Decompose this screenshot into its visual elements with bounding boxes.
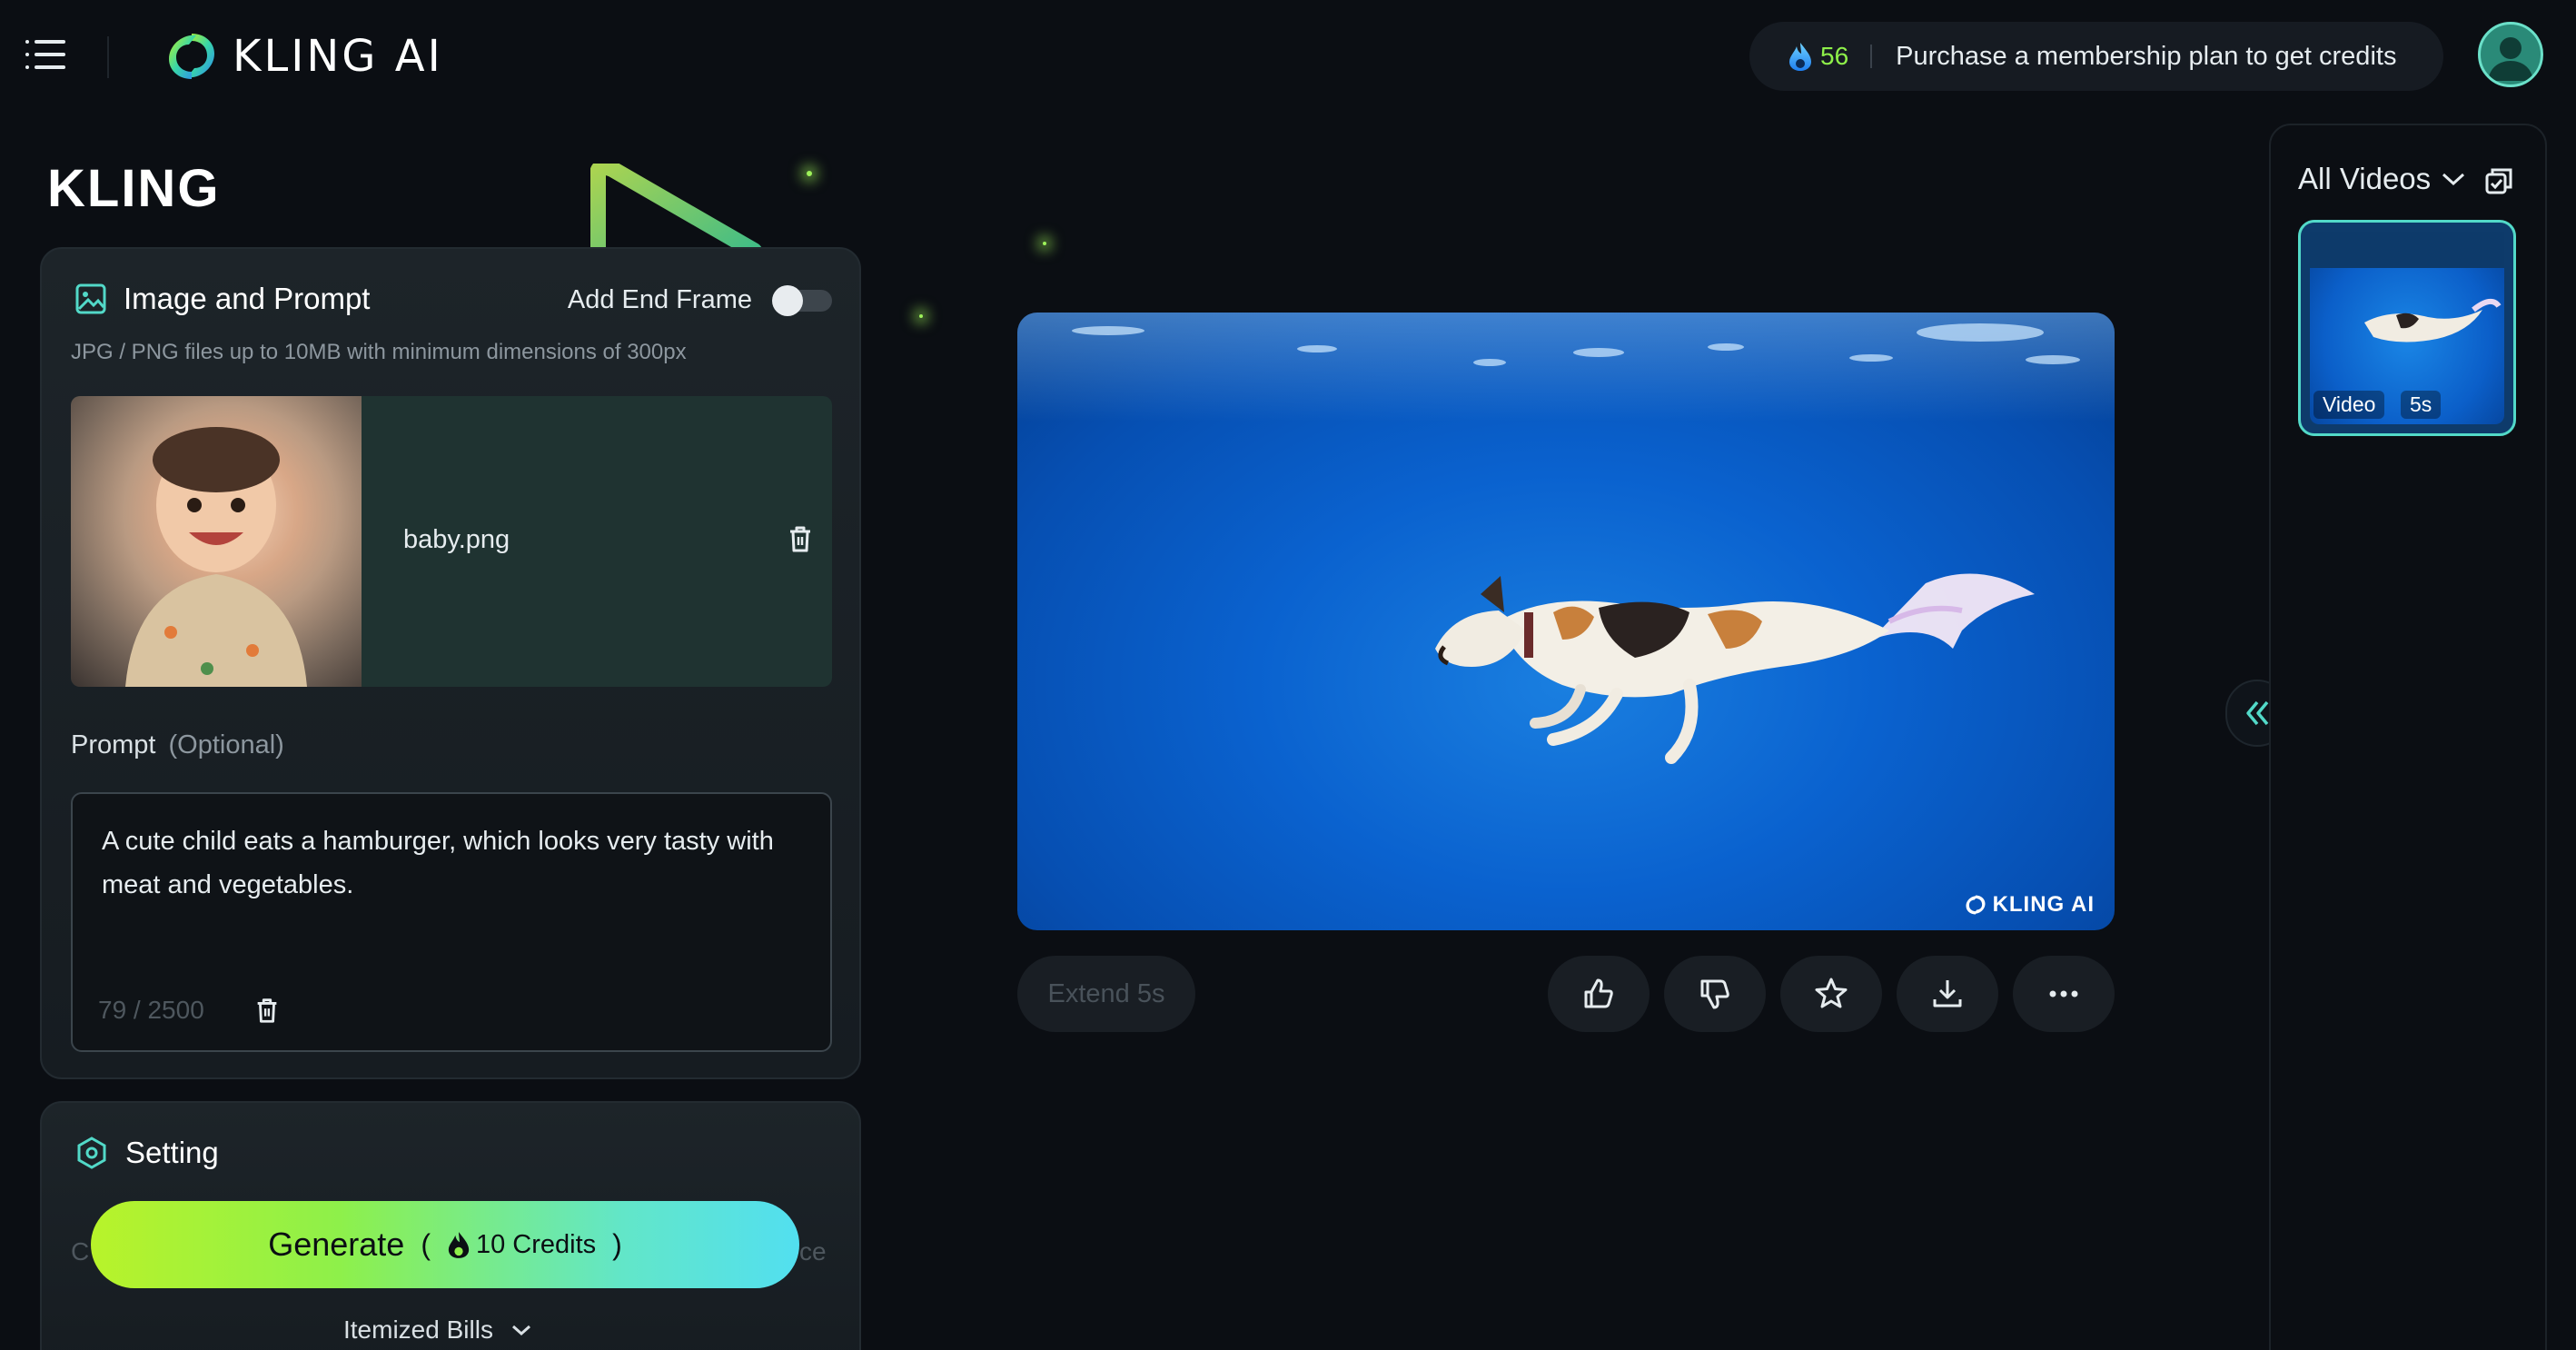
membership-pill[interactable]: 56 Purchase a membership plan to get cre… — [1749, 22, 2443, 91]
credit-flame-icon — [1789, 43, 1811, 71]
uploaded-image[interactable]: baby.png — [71, 396, 832, 687]
history-video-item[interactable]: Video 5s — [2298, 220, 2516, 436]
underwater-scene — [1072, 323, 2080, 764]
setting-header[interactable]: Setting — [74, 1136, 219, 1170]
video-preview[interactable]: KLING AI — [1017, 313, 2115, 930]
history-panel: All Videos Video 5s — [2269, 124, 2547, 1350]
sparkle — [807, 171, 812, 176]
itemized-bills-toggle[interactable]: Itemized Bills — [343, 1315, 531, 1345]
image-prompt-title: Image and Prompt — [124, 282, 371, 315]
app-logo[interactable]: KLING AI — [163, 25, 443, 87]
user-avatar[interactable] — [2478, 22, 2543, 87]
hidden-setting-text: C — [71, 1237, 90, 1266]
prompt-textarea[interactable]: A cute child eats a hamburger, which loo… — [71, 792, 832, 1052]
image-icon — [75, 283, 106, 314]
end-frame-toggle[interactable] — [772, 284, 832, 316]
setting-title: Setting — [125, 1136, 219, 1169]
credit-flame-icon — [448, 1232, 470, 1258]
upload-hint: JPG / PNG files up to 10MB with minimum … — [71, 340, 687, 364]
hero-title: KLING — [47, 159, 221, 218]
star-icon — [1815, 978, 1848, 1008]
baby-thumbnail — [71, 396, 362, 687]
video-watermark: KLING AI — [1964, 892, 2095, 918]
generate-label: Generate — [268, 1226, 405, 1263]
divider — [107, 36, 109, 78]
char-count: 79 / 2500 — [98, 996, 204, 1024]
video-duration-tag: 5s — [2401, 391, 2442, 419]
extend-button[interactable]: Extend 5s — [1017, 956, 1195, 1032]
favorite-button[interactable] — [1780, 956, 1882, 1032]
membership-text: Purchase a membership plan to get credit… — [1896, 41, 2397, 71]
more-button[interactable] — [2013, 956, 2115, 1032]
file-name: baby.png — [403, 525, 510, 554]
clear-prompt-icon[interactable] — [253, 996, 282, 1025]
sparkle — [919, 314, 923, 318]
download-icon — [1933, 980, 1962, 1008]
sparkle — [1043, 242, 1046, 245]
download-button[interactable] — [1897, 956, 1998, 1032]
chevron-down-icon — [511, 1325, 530, 1336]
like-button[interactable] — [1548, 956, 1650, 1032]
end-frame-control: Add End Frame — [567, 284, 832, 316]
image-prompt-card: Image and Prompt Add End Frame JPG / PNG… — [40, 247, 861, 1079]
prompt-text[interactable]: A cute child eats a hamburger, which loo… — [102, 819, 810, 907]
delete-image-icon[interactable] — [785, 523, 816, 554]
user-icon — [2488, 37, 2533, 81]
dislike-button[interactable] — [1664, 956, 1766, 1032]
credits-count: 56 — [1820, 42, 1849, 70]
like-icon — [1584, 978, 1613, 1008]
filter-label: All Videos — [2298, 162, 2432, 195]
generate-button[interactable]: Generate ( 10 Credits ) — [91, 1201, 799, 1288]
video-type-tag: Video — [2313, 391, 2385, 419]
end-frame-label: Add End Frame — [567, 285, 752, 314]
generate-credits: 10 Credits — [447, 1230, 596, 1260]
chevron-down-icon — [2442, 173, 2465, 186]
hidden-setting-text: ce — [799, 1237, 827, 1266]
image-prompt-header: Image and Prompt — [74, 282, 370, 316]
video-filter-dropdown[interactable]: All Videos — [2298, 162, 2465, 196]
itemized-label: Itemized Bills — [343, 1315, 493, 1344]
pill-divider — [1870, 45, 1873, 68]
hexagon-icon — [77, 1137, 106, 1169]
kling-logo-icon — [1966, 895, 1986, 915]
more-icon — [2049, 990, 2078, 998]
prompt-label: Prompt (Optional) — [71, 730, 284, 759]
multi-select-icon[interactable] — [2483, 165, 2514, 196]
top-bar: KLING AI 56 Purchase a membership plan t… — [0, 0, 2576, 114]
dislike-icon — [1700, 979, 1729, 1009]
menu-icon[interactable] — [25, 36, 67, 73]
kling-logo-icon — [169, 34, 214, 79]
app-name: KLING AI — [233, 31, 443, 82]
